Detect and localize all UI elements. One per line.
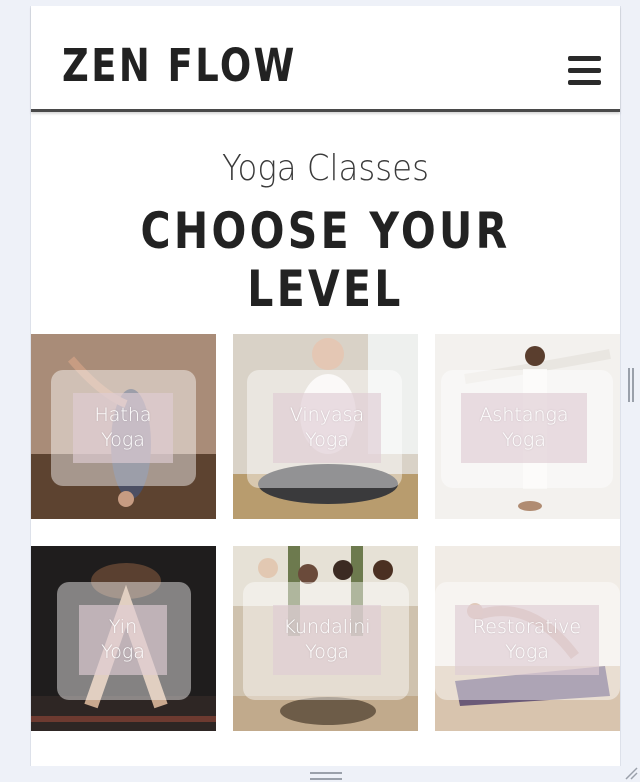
menu-bar	[568, 68, 601, 73]
class-card-vinyasa[interactable]: Vinyasa Yoga	[233, 334, 418, 519]
class-label-vinyasa: Vinyasa Yoga	[273, 393, 381, 463]
class-card-hatha[interactable]: Hatha Yoga	[31, 334, 216, 519]
hamburger-menu-icon[interactable]	[568, 56, 601, 86]
menu-bar	[568, 56, 601, 61]
class-name: Restorative	[472, 616, 582, 638]
class-name: Kundalini	[283, 616, 371, 638]
class-type: Yoga	[101, 641, 145, 663]
class-card-kundalini[interactable]: Kundalini Yoga	[233, 546, 418, 731]
section-subtitle: Yoga Classes	[222, 148, 429, 189]
class-label-yin: Yin Yoga	[79, 605, 167, 675]
class-card-restorative[interactable]: Restorative Yoga	[435, 546, 620, 731]
class-name: Yin	[108, 616, 138, 638]
bottom-resize-handle[interactable]	[310, 772, 342, 780]
class-label-ashtanga: Ashtanga Yoga	[461, 393, 587, 463]
class-label-hatha: Hatha Yoga	[73, 393, 173, 463]
site-logo[interactable]: ZEN FLOW	[62, 36, 297, 96]
class-type: Yoga	[305, 429, 349, 451]
page-frame: ZEN FLOW Yoga Classes CHOOSE YOUR LEVEL …	[30, 6, 621, 766]
site-header: ZEN FLOW	[31, 6, 620, 112]
class-name: Hatha	[94, 404, 152, 426]
class-label-restorative: Restorative Yoga	[455, 605, 599, 675]
class-card-yin[interactable]: Yin Yoga	[31, 546, 216, 731]
menu-bar	[568, 80, 601, 85]
class-type: Yoga	[505, 641, 549, 663]
class-type: Yoga	[502, 429, 546, 451]
section-title: CHOOSE YOUR LEVEL	[140, 202, 511, 318]
side-resize-handle[interactable]	[628, 368, 634, 402]
class-type: Yoga	[101, 429, 145, 451]
class-card-ashtanga[interactable]: Ashtanga Yoga	[435, 334, 620, 519]
corner-resize-icon[interactable]	[624, 766, 638, 780]
class-label-kundalini: Kundalini Yoga	[273, 605, 381, 675]
class-type: Yoga	[305, 641, 349, 663]
class-name: Ashtanga	[479, 404, 569, 426]
class-name: Vinyasa	[289, 404, 365, 426]
